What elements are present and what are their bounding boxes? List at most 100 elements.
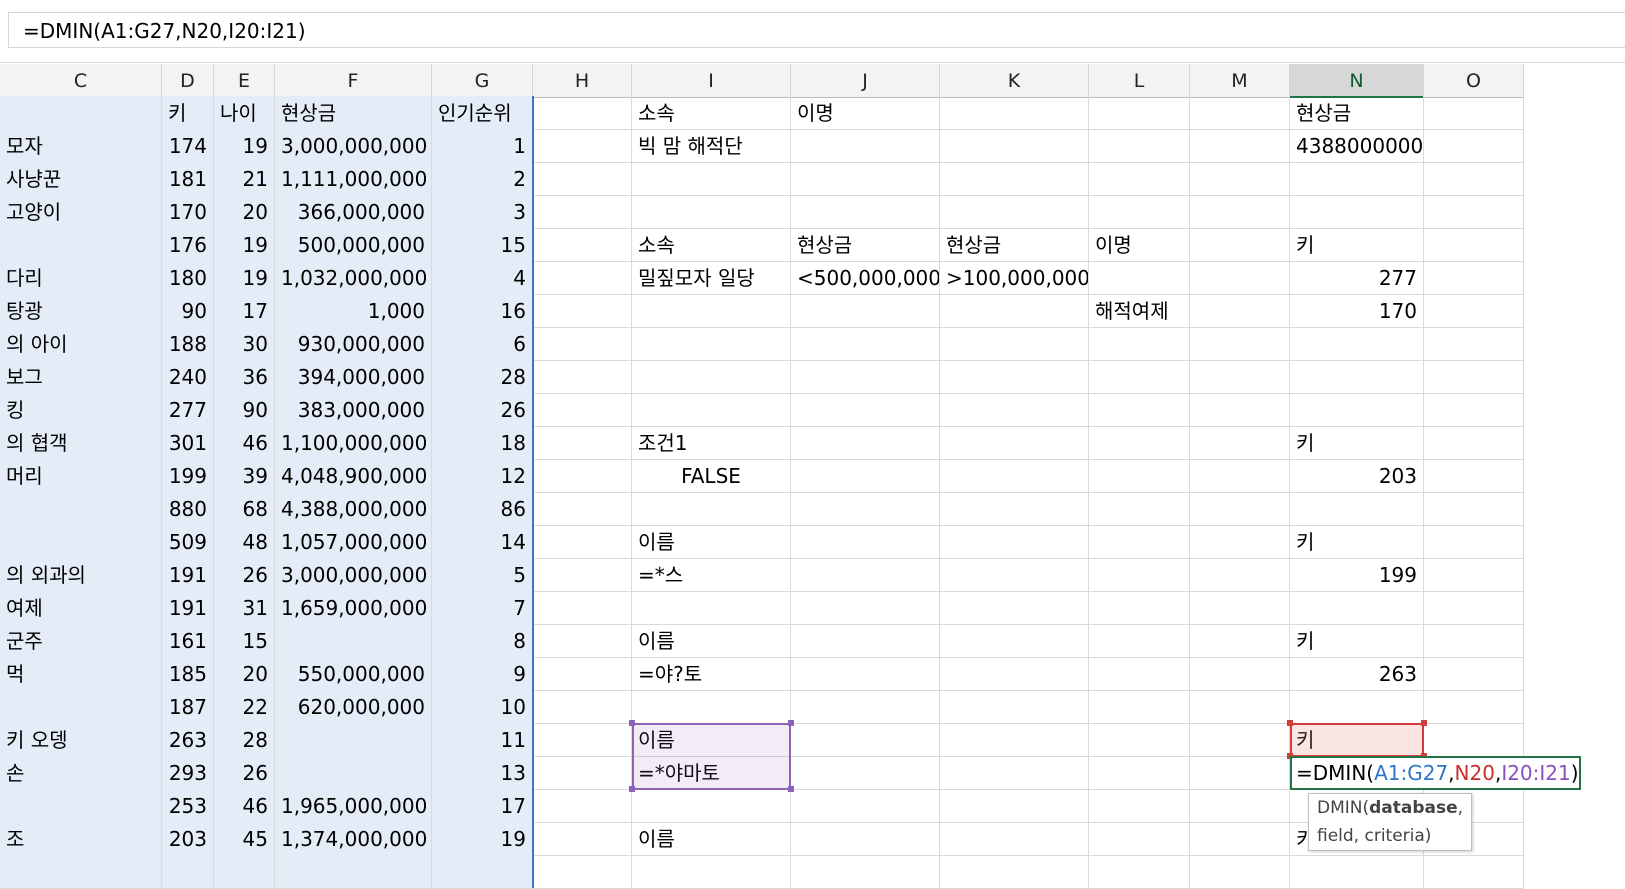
cell-d13[interactable]: 880 bbox=[162, 492, 214, 526]
cell-j6[interactable]: <500,000,000 bbox=[791, 261, 940, 295]
cell[interactable] bbox=[1190, 162, 1290, 196]
cell[interactable] bbox=[1424, 195, 1524, 229]
cell[interactable] bbox=[791, 195, 940, 229]
cell-d12[interactable]: 199 bbox=[162, 459, 214, 493]
cell[interactable] bbox=[1424, 855, 1524, 889]
cell-g20[interactable]: 11 bbox=[432, 723, 533, 757]
cell[interactable] bbox=[940, 723, 1089, 757]
cell-n6[interactable]: 277 bbox=[1290, 261, 1424, 295]
cell-c15[interactable]: 의 외과의 bbox=[0, 558, 162, 592]
cell-c12[interactable]: 머리 bbox=[0, 459, 162, 493]
cell-f21[interactable] bbox=[275, 756, 432, 790]
cell[interactable] bbox=[1089, 195, 1190, 229]
cell-c6[interactable]: 다리 bbox=[0, 261, 162, 295]
cell-i6[interactable]: 밀짚모자 일당 bbox=[632, 261, 791, 295]
cell[interactable] bbox=[940, 360, 1089, 394]
cell-d23[interactable]: 203 bbox=[162, 822, 214, 856]
column-header-j[interactable]: J bbox=[791, 64, 940, 98]
cell-n12[interactable]: 203 bbox=[1290, 459, 1424, 493]
cell-g11[interactable]: 18 bbox=[432, 426, 533, 460]
cell-i23[interactable]: 이름 bbox=[632, 822, 791, 856]
cell-c17[interactable]: 군주 bbox=[0, 624, 162, 658]
cell[interactable] bbox=[1089, 789, 1190, 823]
cell-e1[interactable]: 나이 bbox=[214, 96, 275, 130]
cell-f9[interactable]: 394,000,000 bbox=[275, 360, 432, 394]
cell[interactable] bbox=[533, 690, 632, 724]
cell[interactable] bbox=[1290, 690, 1424, 724]
cell-g23[interactable]: 19 bbox=[432, 822, 533, 856]
cell[interactable] bbox=[791, 723, 940, 757]
cell[interactable] bbox=[632, 327, 791, 361]
column-header-i[interactable]: I bbox=[632, 64, 791, 98]
cell-f6[interactable]: 1,032,000,000 bbox=[275, 261, 432, 295]
cell[interactable] bbox=[940, 789, 1089, 823]
cell[interactable] bbox=[1424, 294, 1524, 328]
cell[interactable] bbox=[940, 195, 1089, 229]
cell[interactable] bbox=[1089, 492, 1190, 526]
cell[interactable] bbox=[533, 756, 632, 790]
cell-c23[interactable]: 조 bbox=[0, 822, 162, 856]
cell[interactable] bbox=[940, 294, 1089, 328]
cell[interactable] bbox=[940, 756, 1089, 790]
cell[interactable] bbox=[1089, 822, 1190, 856]
cell-i14[interactable]: 이름 bbox=[632, 525, 791, 559]
cell[interactable] bbox=[1424, 591, 1524, 625]
cell[interactable] bbox=[791, 789, 940, 823]
cell-i11[interactable]: 조건1 bbox=[632, 426, 791, 460]
cell-k6[interactable]: >100,000,000 bbox=[940, 261, 1089, 295]
cell-n15[interactable]: 199 bbox=[1290, 558, 1424, 592]
cell[interactable] bbox=[1424, 426, 1524, 460]
cell[interactable] bbox=[940, 129, 1089, 163]
column-header-c[interactable]: C bbox=[0, 64, 162, 98]
cell[interactable] bbox=[1190, 789, 1290, 823]
cell[interactable] bbox=[1089, 393, 1190, 427]
cell-e9[interactable]: 36 bbox=[214, 360, 275, 394]
cell[interactable] bbox=[533, 96, 632, 130]
cell[interactable] bbox=[1424, 723, 1524, 757]
cell-g3[interactable]: 2 bbox=[432, 162, 533, 196]
cell[interactable] bbox=[533, 327, 632, 361]
cell[interactable] bbox=[1190, 690, 1290, 724]
cell[interactable] bbox=[1290, 591, 1424, 625]
cell[interactable] bbox=[791, 822, 940, 856]
cell-n11[interactable]: 키 bbox=[1290, 426, 1424, 460]
cell[interactable] bbox=[533, 228, 632, 262]
cell-c13[interactable] bbox=[0, 492, 162, 526]
cell-d21[interactable]: 293 bbox=[162, 756, 214, 790]
cell[interactable] bbox=[0, 855, 162, 889]
cell[interactable] bbox=[1190, 360, 1290, 394]
cell[interactable] bbox=[1424, 162, 1524, 196]
cell[interactable] bbox=[1190, 492, 1290, 526]
cell[interactable] bbox=[1424, 261, 1524, 295]
cell[interactable] bbox=[1424, 690, 1524, 724]
cell[interactable] bbox=[940, 492, 1089, 526]
cell[interactable] bbox=[632, 360, 791, 394]
cell[interactable] bbox=[1089, 162, 1190, 196]
cell-g2[interactable]: 1 bbox=[432, 129, 533, 163]
cell[interactable] bbox=[1190, 855, 1290, 889]
cell[interactable] bbox=[791, 129, 940, 163]
range-handle[interactable] bbox=[1421, 720, 1427, 726]
cell[interactable] bbox=[632, 294, 791, 328]
cell-g22[interactable]: 17 bbox=[432, 789, 533, 823]
cell[interactable] bbox=[1290, 492, 1424, 526]
cell-e22[interactable]: 46 bbox=[214, 789, 275, 823]
cell[interactable] bbox=[1190, 525, 1290, 559]
cell[interactable] bbox=[533, 525, 632, 559]
cell-f16[interactable]: 1,659,000,000 bbox=[275, 591, 432, 625]
cell[interactable] bbox=[1089, 624, 1190, 658]
cell-f14[interactable]: 1,057,000,000 bbox=[275, 525, 432, 559]
cell-g9[interactable]: 28 bbox=[432, 360, 533, 394]
cell[interactable] bbox=[1190, 723, 1290, 757]
cell[interactable] bbox=[1190, 261, 1290, 295]
cell[interactable] bbox=[432, 855, 533, 889]
cell-f13[interactable]: 4,388,000,000 bbox=[275, 492, 432, 526]
cell-n18[interactable]: 263 bbox=[1290, 657, 1424, 691]
cell-e5[interactable]: 19 bbox=[214, 228, 275, 262]
cell[interactable] bbox=[632, 162, 791, 196]
cell[interactable] bbox=[533, 360, 632, 394]
cell-j1[interactable]: 이명 bbox=[791, 96, 940, 130]
cell[interactable] bbox=[1290, 195, 1424, 229]
cell-c7[interactable]: 탕광 bbox=[0, 294, 162, 328]
cell-g10[interactable]: 26 bbox=[432, 393, 533, 427]
